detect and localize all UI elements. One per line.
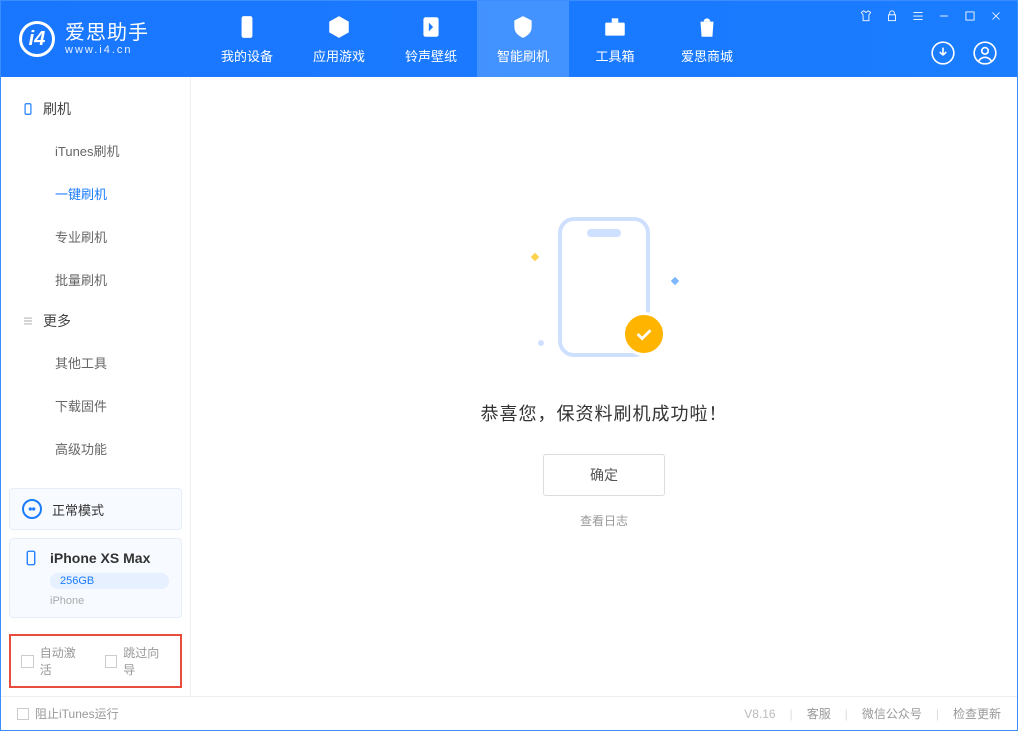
success-illustration [524, 214, 684, 374]
check-badge-icon [622, 312, 666, 356]
footer-link-wechat[interactable]: 微信公众号 [862, 705, 922, 722]
checkbox-icon [17, 708, 29, 720]
sidebar-group-label: 刷机 [43, 99, 71, 119]
phone-icon [22, 549, 40, 567]
device-icon [234, 14, 260, 40]
download-icon[interactable] [929, 39, 957, 67]
nav-ringtones[interactable]: 铃声壁纸 [385, 1, 477, 77]
main-content: 恭喜您，保资料刷机成功啦！ 确定 查看日志 [191, 77, 1017, 696]
success-message: 恭喜您，保资料刷机成功啦！ [481, 400, 728, 426]
checkbox-block-itunes[interactable]: 阻止iTunes运行 [17, 705, 119, 722]
nav-label: 应用游戏 [313, 46, 365, 65]
sidebar-item-itunes-flash[interactable]: iTunes刷机 [1, 129, 190, 172]
ok-button[interactable]: 确定 [543, 454, 665, 496]
shield-refresh-icon [510, 14, 536, 40]
nav-apps[interactable]: 应用游戏 [293, 1, 385, 77]
music-icon [418, 14, 444, 40]
cube-icon [326, 14, 352, 40]
sidebar: 刷机 iTunes刷机 一键刷机 专业刷机 批量刷机 更多 其他工具 下载固件 … [1, 77, 191, 696]
sidebar-item-other-tools[interactable]: 其他工具 [1, 341, 190, 384]
toolbox-icon [602, 14, 628, 40]
checkbox-skip-guide[interactable]: 跳过向导 [105, 644, 171, 678]
mode-label: 正常模式 [52, 500, 104, 519]
bag-icon [694, 14, 720, 40]
top-nav: 我的设备 应用游戏 铃声壁纸 智能刷机 工具箱 爱思商城 [201, 1, 753, 77]
checkbox-label: 自动激活 [40, 644, 87, 678]
sidebar-item-advanced[interactable]: 高级功能 [1, 427, 190, 470]
flash-options-highlight: 自动激活 跳过向导 [9, 634, 182, 688]
close-icon[interactable] [987, 7, 1005, 25]
nav-label: 铃声壁纸 [405, 46, 457, 65]
checkbox-auto-activate[interactable]: 自动激活 [21, 644, 87, 678]
sidebar-group-more: 更多 [1, 301, 190, 341]
maximize-icon[interactable] [961, 7, 979, 25]
brand-site: www.i4.cn [65, 44, 149, 56]
sidebar-item-download-firmware[interactable]: 下载固件 [1, 384, 190, 427]
device-card[interactable]: iPhone XS Max 256GB iPhone [9, 538, 182, 618]
list-icon [21, 314, 35, 328]
minimize-icon[interactable] [935, 7, 953, 25]
logo-icon: i4 [19, 21, 55, 57]
status-bar: 阻止iTunes运行 V8.16 | 客服 | 微信公众号 | 检查更新 [1, 696, 1017, 730]
brand-name: 爱思助手 [65, 22, 149, 44]
sidebar-item-batch-flash[interactable]: 批量刷机 [1, 258, 190, 301]
sidebar-item-pro-flash[interactable]: 专业刷机 [1, 215, 190, 258]
nav-label: 我的设备 [221, 46, 273, 65]
header: i4 爱思助手 www.i4.cn 我的设备 应用游戏 铃声壁纸 智能刷机 [1, 1, 1017, 77]
checkbox-label: 跳过向导 [123, 644, 170, 678]
mode-normal-icon [22, 499, 42, 519]
user-icon[interactable] [971, 39, 999, 67]
view-log-link[interactable]: 查看日志 [580, 512, 628, 529]
lock-icon[interactable] [883, 7, 901, 25]
checkbox-icon [105, 655, 118, 668]
phone-small-icon [21, 102, 35, 116]
shirt-icon[interactable] [857, 7, 875, 25]
sidebar-group-flash: 刷机 [1, 89, 190, 129]
nav-smart-flash[interactable]: 智能刷机 [477, 1, 569, 77]
checkbox-label: 阻止iTunes运行 [35, 705, 119, 722]
nav-label: 工具箱 [595, 46, 634, 65]
sidebar-item-oneclick-flash[interactable]: 一键刷机 [1, 172, 190, 215]
nav-label: 智能刷机 [497, 46, 549, 65]
footer-link-update[interactable]: 检查更新 [953, 705, 1001, 722]
footer-link-support[interactable]: 客服 [807, 705, 831, 722]
mode-card[interactable]: 正常模式 [9, 488, 182, 530]
device-storage-badge: 256GB [50, 573, 169, 589]
logo-block: i4 爱思助手 www.i4.cn [1, 1, 201, 77]
device-name: iPhone XS Max [50, 550, 150, 566]
nav-store[interactable]: 爱思商城 [661, 1, 753, 77]
nav-label: 爱思商城 [681, 46, 733, 65]
window-controls [857, 7, 1005, 25]
nav-my-device[interactable]: 我的设备 [201, 1, 293, 77]
device-type: iPhone [50, 595, 169, 607]
version-label: V8.16 [744, 707, 775, 721]
menu-icon[interactable] [909, 7, 927, 25]
sidebar-group-label: 更多 [43, 311, 71, 331]
checkbox-icon [21, 655, 34, 668]
nav-toolbox[interactable]: 工具箱 [569, 1, 661, 77]
